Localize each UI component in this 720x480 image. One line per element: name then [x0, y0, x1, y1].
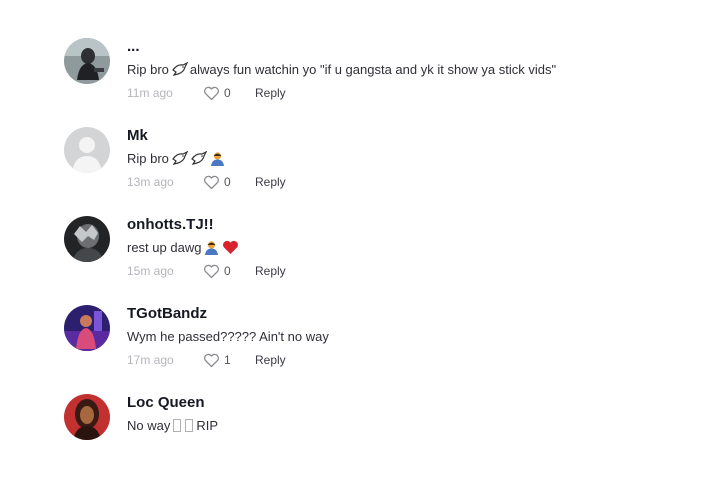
- missing-glyph-icon: [185, 419, 194, 432]
- red-heart-emoji-icon: [222, 240, 239, 255]
- like-count: 1: [224, 353, 231, 367]
- comment-text-start: Rip bro: [127, 62, 169, 77]
- timestamp: 15m ago: [127, 264, 174, 278]
- comment-text-end: RIP: [196, 418, 219, 433]
- comment-item: Loc Queen No way RIP: [64, 394, 684, 474]
- comment-meta: 11m ago 0 Reply: [127, 85, 684, 101]
- reply-button[interactable]: Reply: [255, 174, 286, 190]
- comment-meta: 15m ago 0 Reply: [127, 263, 684, 279]
- avatar[interactable]: [64, 38, 110, 84]
- comment-text-start: rest up dawg: [127, 240, 202, 255]
- username[interactable]: TGotBandz: [127, 305, 684, 323]
- heart-outline-icon: [203, 86, 220, 101]
- heart-outline-icon: [203, 264, 220, 279]
- comment-text-start: No way: [127, 418, 171, 433]
- reply-button[interactable]: Reply: [255, 263, 286, 279]
- comment-text: rest up dawg: [127, 239, 684, 256]
- comment-text-start: Wym he passed????? Ain't no way: [127, 329, 329, 344]
- username[interactable]: onhotts.TJ!!: [127, 216, 684, 234]
- username[interactable]: Mk: [127, 127, 684, 145]
- comment-text: No way RIP: [127, 417, 684, 434]
- comments-list: ... Rip bro always fun watchin yo "if u …: [0, 0, 720, 480]
- person-bowing-emoji-icon: [209, 151, 226, 166]
- timestamp: 11m ago: [127, 86, 173, 100]
- username[interactable]: ...: [127, 38, 684, 56]
- comment-meta: 13m ago 0 Reply: [127, 174, 684, 190]
- timestamp: 13m ago: [127, 175, 174, 189]
- dove-emoji-icon: [190, 151, 207, 166]
- comment-text: Wym he passed????? Ain't no way: [127, 328, 684, 345]
- like-count: 0: [224, 264, 231, 278]
- avatar[interactable]: [64, 127, 110, 173]
- person-bowing-emoji-icon: [203, 240, 220, 255]
- comment-text-start: Rip bro: [127, 151, 169, 166]
- reply-button[interactable]: Reply: [255, 85, 286, 101]
- missing-glyph-icon: [173, 419, 182, 432]
- heart-outline-icon: [203, 353, 220, 368]
- like-count: 0: [224, 86, 231, 100]
- like-button[interactable]: 0: [203, 263, 255, 279]
- heart-outline-icon: [203, 175, 220, 190]
- comment-text-end: always fun watchin yo "if u gangsta and …: [189, 62, 557, 77]
- timestamp: 17m ago: [127, 353, 174, 367]
- avatar[interactable]: [64, 305, 110, 351]
- comment-item: ... Rip bro always fun watchin yo "if u …: [64, 38, 684, 118]
- like-count: 0: [224, 175, 231, 189]
- comment-item: Mk Rip bro 13m ago 0 Reply: [64, 127, 684, 207]
- dove-emoji-icon: [171, 62, 188, 77]
- comment-text: Rip bro: [127, 150, 684, 167]
- comment-item: TGotBandz Wym he passed????? Ain't no wa…: [64, 305, 684, 385]
- comment-meta: 17m ago 1 Reply: [127, 352, 684, 368]
- avatar[interactable]: [64, 216, 110, 262]
- like-button[interactable]: 0: [203, 174, 255, 190]
- avatar[interactable]: [64, 394, 110, 440]
- dove-emoji-icon: [171, 151, 188, 166]
- like-button[interactable]: 0: [203, 85, 255, 101]
- username[interactable]: Loc Queen: [127, 394, 684, 412]
- comment-item: onhotts.TJ!! rest up dawg 15m ago 0 Repl…: [64, 216, 684, 296]
- comment-text: Rip bro always fun watchin yo "if u gang…: [127, 61, 684, 78]
- like-button[interactable]: 1: [203, 352, 255, 368]
- reply-button[interactable]: Reply: [255, 352, 286, 368]
